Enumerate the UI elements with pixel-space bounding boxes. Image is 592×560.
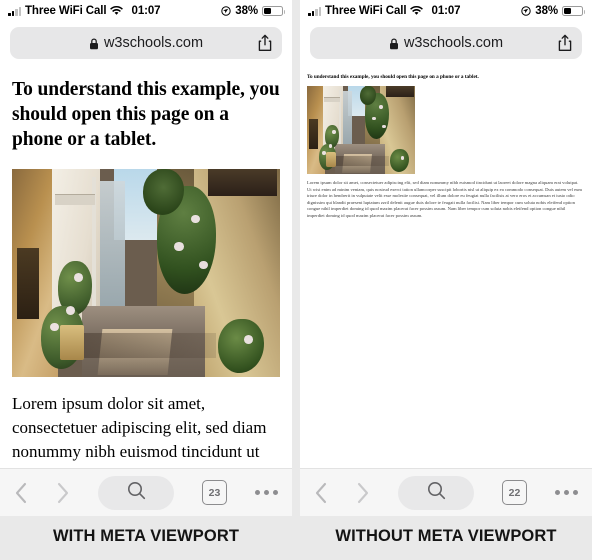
status-bar-left: Three WiFi Call (8, 5, 124, 17)
comparison-figure: Three WiFi Call 01:07 38% w3schools.com … (0, 0, 592, 560)
page-paragraph: Lorem ipsum dolor sit amet, consectetuer… (307, 180, 582, 218)
caption-without-viewport: WITHOUT META VIEWPORT (335, 527, 557, 545)
browser-address-area: w3schools.com (0, 22, 292, 67)
page-photo (12, 169, 280, 377)
address-bar-content: w3schools.com (389, 35, 503, 51)
tab-count-button[interactable]: 22 (502, 480, 527, 505)
location-arrow-icon (221, 6, 231, 16)
signal-bars-icon (308, 6, 321, 16)
carrier-label: Three WiFi Call (325, 5, 407, 17)
caption-with-viewport: WITH META VIEWPORT (52, 527, 240, 545)
lock-icon (389, 37, 399, 50)
page-headline: To understand this example, you should o… (307, 74, 479, 80)
share-icon[interactable] (557, 34, 573, 52)
share-icon[interactable] (257, 34, 273, 52)
status-bar: Three WiFi Call 01:07 38% (0, 0, 292, 22)
search-button[interactable] (398, 475, 474, 510)
more-button[interactable] (555, 490, 578, 495)
lock-icon (89, 37, 99, 50)
carrier-label: Three WiFi Call (25, 5, 107, 17)
status-bar-left: Three WiFi Call (308, 5, 424, 17)
page-headline: To understand this example, you should o… (12, 79, 280, 150)
back-button[interactable] (314, 482, 328, 504)
url-text: w3schools.com (103, 35, 204, 51)
address-bar-content: w3schools.com (89, 35, 203, 51)
browser-toolbar: 23 (0, 468, 292, 516)
wifi-icon (410, 6, 424, 16)
battery-icon (262, 6, 285, 16)
web-page-content: To understand this example, you should o… (300, 67, 592, 220)
phone-mockup-with-viewport: Three WiFi Call 01:07 38% w3schools.com … (0, 0, 292, 516)
magnifier-icon (427, 481, 446, 505)
battery-percent-label: 38% (535, 5, 558, 17)
back-button[interactable] (14, 482, 28, 504)
browser-toolbar: 22 (300, 468, 592, 516)
location-arrow-icon (521, 6, 531, 16)
more-button[interactable] (255, 490, 278, 495)
status-bar-right: 38% (521, 5, 585, 17)
forward-button[interactable] (56, 482, 70, 504)
url-text: w3schools.com (403, 35, 504, 51)
status-bar: Three WiFi Call 01:07 38% (300, 0, 592, 22)
search-button[interactable] (98, 475, 174, 510)
battery-icon (562, 6, 585, 16)
wifi-icon (110, 6, 124, 16)
signal-bars-icon (8, 6, 21, 16)
battery-percent-label: 38% (235, 5, 258, 17)
tab-count-button[interactable]: 23 (202, 480, 227, 505)
forward-button[interactable] (356, 482, 370, 504)
magnifier-icon (127, 481, 146, 505)
address-bar[interactable]: w3schools.com (10, 27, 282, 59)
page-photo (307, 86, 415, 174)
status-bar-right: 38% (221, 5, 285, 17)
address-bar[interactable]: w3schools.com (310, 27, 582, 59)
browser-address-area: w3schools.com (300, 22, 592, 67)
web-page-content: To understand this example, you should o… (0, 67, 292, 516)
phone-mockup-without-viewport: Three WiFi Call 01:07 38% w3schools.com … (300, 0, 592, 516)
